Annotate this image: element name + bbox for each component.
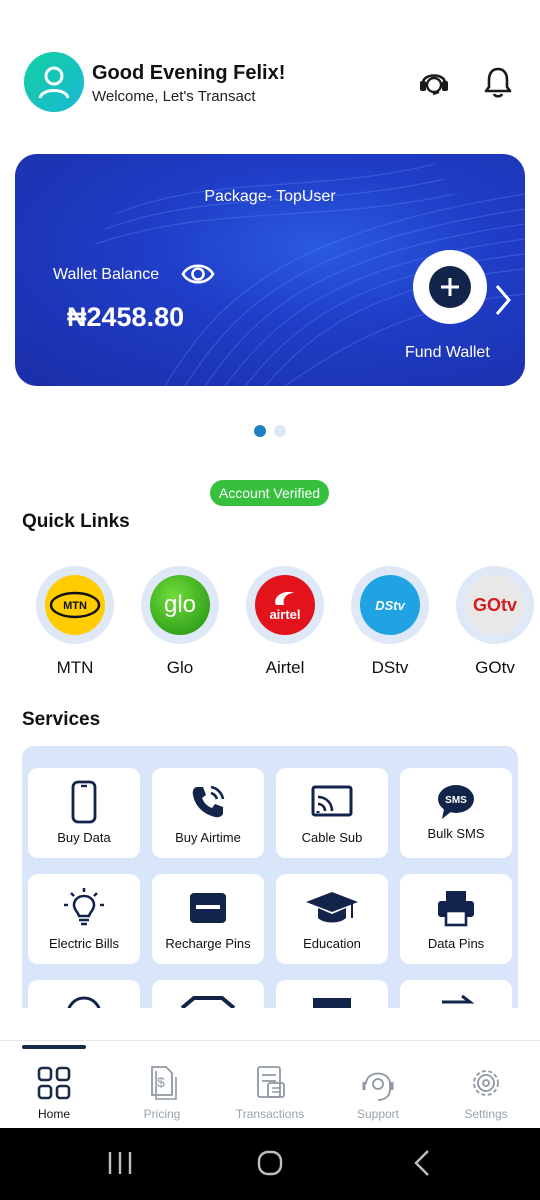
services-panel: Buy Data Buy Airtime Cable Sub SMS Bulk … — [22, 746, 518, 1008]
phone-call-icon — [192, 785, 225, 818]
card-icon — [313, 998, 351, 1008]
grid-icon — [37, 1066, 71, 1100]
nav-pricing[interactable]: $ Pricing — [112, 1063, 212, 1121]
carousel-dot-2[interactable] — [274, 425, 286, 437]
home-circle-icon[interactable] — [256, 1149, 284, 1177]
service-tile-partial[interactable] — [400, 980, 512, 1008]
graduation-cap-icon — [306, 892, 358, 923]
quick-link-label: Airtel — [265, 658, 305, 677]
support-headset-button[interactable] — [416, 64, 452, 100]
service-education[interactable]: Education — [276, 874, 388, 964]
service-electric-bills[interactable]: Electric Bills — [28, 874, 140, 964]
service-cable-sub[interactable]: Cable Sub — [276, 768, 388, 858]
glo-logo-icon: glo — [163, 591, 197, 618]
fund-wallet-label[interactable]: Fund Wallet — [405, 344, 490, 362]
nav-transactions[interactable]: Transactions — [220, 1063, 320, 1121]
chevron-right-icon[interactable] — [493, 282, 513, 318]
service-recharge-pins[interactable]: Recharge Pins — [152, 874, 264, 964]
card-icon — [190, 893, 226, 923]
support-icon — [362, 1072, 394, 1101]
welcome-text: Welcome, Let's Transact — [92, 88, 256, 105]
quick-link-gotv[interactable]: GOtv GOtv — [455, 566, 535, 678]
wallet-card: Package- TopUser Wallet Balance ₦2458.80… — [15, 154, 525, 386]
active-tab-indicator — [22, 1045, 86, 1049]
avatar[interactable] — [24, 52, 84, 112]
dstv-logo-icon: DStv — [375, 597, 405, 613]
service-data-pins[interactable]: Data Pins — [400, 874, 512, 964]
package-label: Package- TopUser — [204, 188, 336, 205]
quick-link-mtn[interactable]: MTN MTN — [35, 566, 115, 678]
car-icon — [180, 996, 236, 1008]
gotv-logo-icon: GOtv — [472, 594, 517, 615]
system-navigation-bar — [0, 1128, 540, 1200]
svg-text:$: $ — [157, 1074, 165, 1090]
printer-icon — [438, 891, 474, 927]
user-icon — [38, 66, 70, 99]
quick-link-dstv[interactable]: DStv DStv — [350, 566, 430, 678]
support-headset-icon — [420, 74, 448, 96]
lightbulb-icon — [64, 888, 104, 926]
recent-apps-icon[interactable] — [106, 1150, 134, 1176]
greeting-text: Good Evening Felix! — [92, 62, 286, 84]
arrow-right-icon — [442, 994, 475, 1004]
quick-link-airtel[interactable]: airtel Airtel — [245, 566, 325, 678]
svg-text:SMS: SMS — [445, 795, 467, 806]
header: Good Evening Felix! Welcome, Let's Trans… — [24, 52, 516, 112]
globe-icon — [67, 996, 101, 1008]
quick-link-glo[interactable]: glo Glo — [140, 566, 220, 678]
quick-link-label: GOtv — [475, 658, 515, 677]
nav-support[interactable]: Support — [328, 1063, 428, 1121]
service-tile-partial[interactable] — [276, 980, 388, 1008]
service-bulk-sms[interactable]: SMS Bulk SMS — [400, 768, 512, 858]
svg-text:MTN: MTN — [63, 600, 87, 612]
services-title: Services — [22, 709, 101, 730]
carousel-dots — [254, 425, 286, 437]
mtn-logo-icon: MTN — [49, 591, 101, 619]
wallet-balance-label: Wallet Balance — [53, 266, 160, 283]
carousel-dot-1[interactable] — [254, 425, 266, 437]
phone-icon — [71, 780, 97, 824]
bottom-navigation: Home $ Pricing Transactions Support Sett… — [0, 1040, 540, 1128]
service-buy-data[interactable]: Buy Data — [28, 768, 140, 858]
wallet-balance-value: ₦2458.80 — [67, 302, 185, 332]
quick-links-title: Quick Links — [22, 511, 130, 532]
service-tile-partial[interactable] — [152, 980, 264, 1008]
back-icon[interactable] — [412, 1149, 432, 1177]
nav-settings[interactable]: Settings — [436, 1063, 536, 1121]
nav-home[interactable]: Home — [4, 1063, 104, 1121]
bell-icon — [484, 67, 512, 98]
service-buy-airtime[interactable]: Buy Airtime — [152, 768, 264, 858]
gear-icon — [473, 1070, 499, 1096]
airtel-swirl-icon — [275, 591, 294, 605]
sms-bubble-icon: SMS — [438, 785, 474, 819]
service-tile-partial[interactable] — [28, 980, 140, 1008]
eye-icon[interactable] — [181, 260, 215, 288]
account-verified-badge: Account Verified — [210, 480, 329, 506]
notifications-button[interactable] — [480, 64, 516, 100]
cast-icon — [311, 785, 353, 817]
quick-link-label: Glo — [166, 658, 194, 677]
quick-links-row: MTN MTN glo Glo airtel Airtel DStv DStv … — [0, 566, 540, 686]
quick-link-label: DStv — [371, 658, 409, 677]
fund-wallet-button[interactable] — [413, 250, 487, 324]
plus-icon — [429, 266, 471, 308]
transactions-icon — [257, 1066, 285, 1098]
quick-link-label: MTN — [56, 658, 94, 677]
price-tag-icon: $ — [151, 1066, 177, 1100]
